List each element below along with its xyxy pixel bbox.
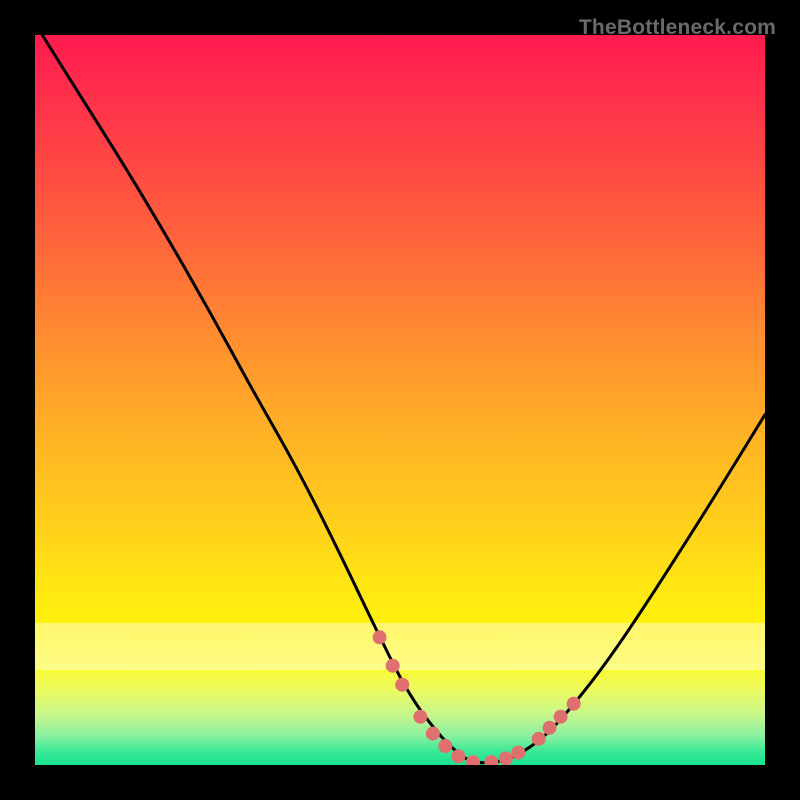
sample-dot: [395, 678, 409, 692]
sample-dot: [543, 721, 557, 735]
sample-dot: [499, 751, 513, 765]
sample-dot: [511, 746, 525, 760]
sample-dot: [413, 710, 427, 724]
watermark-text: TheBottleneck.com: [579, 16, 776, 40]
sample-dot: [466, 755, 480, 765]
sample-dot: [532, 732, 546, 746]
curve-layer: [35, 35, 765, 765]
sample-dot: [451, 749, 465, 763]
sample-dot: [438, 739, 452, 753]
plot-area: [35, 35, 765, 765]
sample-dot: [567, 697, 581, 711]
sample-dot: [484, 755, 498, 765]
chart-frame: TheBottleneck.com: [10, 10, 790, 790]
bottleneck-curve: [42, 35, 765, 763]
sample-dot: [373, 630, 387, 644]
sample-dot: [426, 727, 440, 741]
sample-dot: [386, 659, 400, 673]
sample-dots: [373, 630, 581, 765]
sample-dot: [554, 710, 568, 724]
